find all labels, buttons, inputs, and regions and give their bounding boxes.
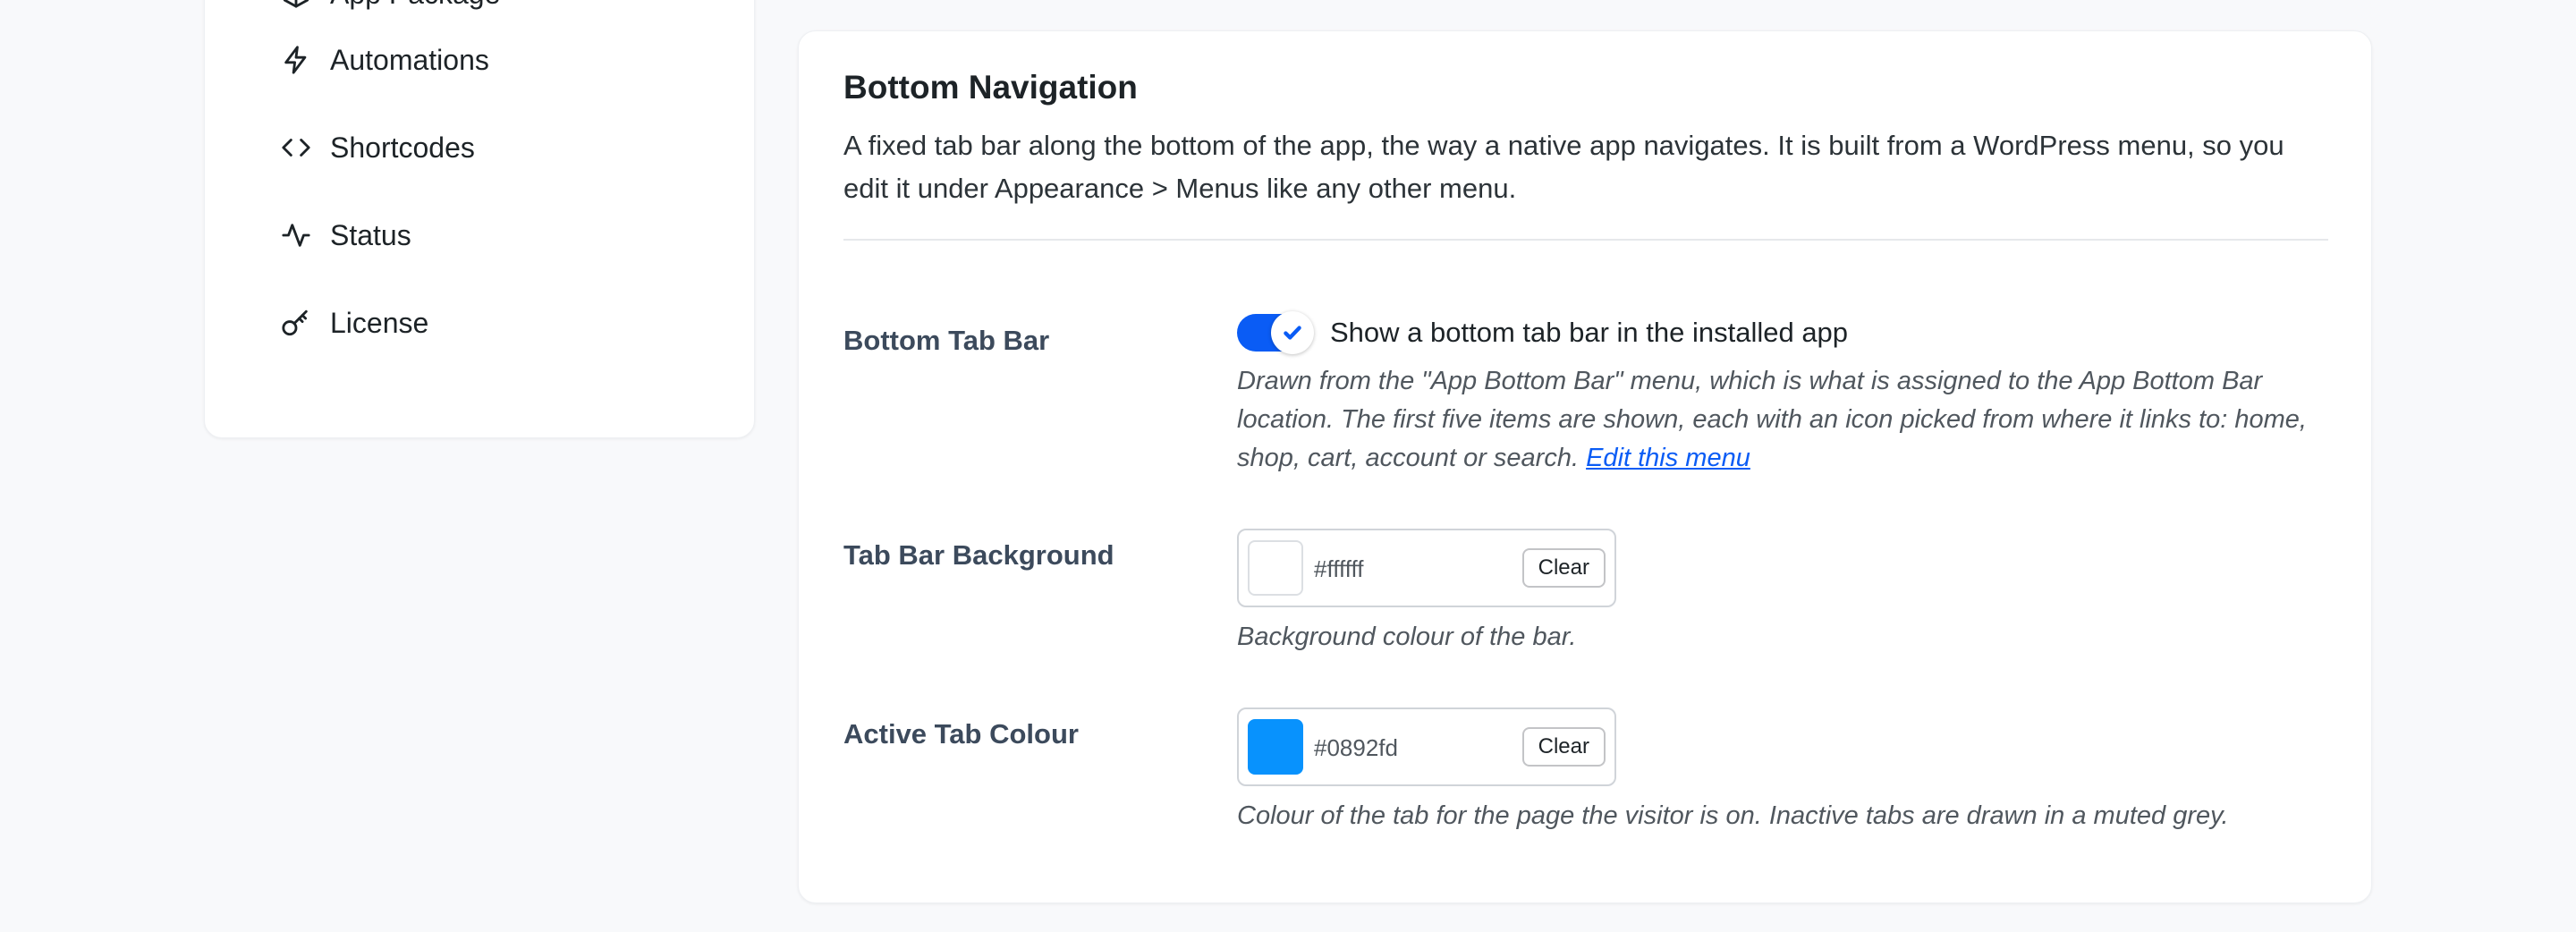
bottom-navigation-panel: Bottom Navigation A fixed tab bar along …: [798, 30, 2372, 903]
bottom-tab-bar-label: Bottom Tab Bar: [843, 325, 1050, 356]
edit-menu-link[interactable]: Edit this menu: [1586, 444, 1750, 472]
sidebar-item-label: License: [330, 306, 429, 339]
sidebar-item-label: App Package: [330, 0, 500, 11]
bottom-tab-bar-help-text: Drawn from the "App Bottom Bar" menu, wh…: [1237, 367, 2307, 472]
sidebar-item-label: Shortcodes: [330, 131, 475, 164]
tab-bar-background-clear-button[interactable]: Clear: [1521, 548, 1606, 588]
tab-bar-background-help: Background colour of the bar.: [1237, 623, 1577, 651]
section-description: A fixed tab bar along the bottom of the …: [843, 130, 2284, 204]
active-tab-colour-clear-button[interactable]: Clear: [1521, 727, 1606, 767]
sidebar-item-app-package[interactable]: App Package: [280, 0, 500, 19]
bottom-tab-bar-help: Drawn from the "App Bottom Bar" menu, wh…: [1237, 362, 2319, 478]
bottom-tab-bar-toggle[interactable]: [1237, 311, 1314, 354]
tab-bar-background-label: Tab Bar Background: [843, 539, 1114, 571]
section-divider: [843, 239, 2328, 241]
sidebar-item-status[interactable]: Status: [280, 210, 411, 260]
tab-bar-background-hex-input[interactable]: [1314, 552, 1493, 586]
sidebar-item-label: Automations: [330, 43, 489, 76]
sidebar-item-automations[interactable]: Automations: [280, 35, 489, 85]
sidebar-item-license[interactable]: License: [280, 298, 428, 348]
active-tab-colour-swatch[interactable]: [1248, 719, 1303, 775]
active-tab-colour-label: Active Tab Colour: [843, 718, 1079, 750]
active-tab-colour-help: Colour of the tab for the page the visit…: [1237, 801, 2229, 830]
key-icon: [280, 307, 312, 339]
settings-sidebar: App Package Automations Shortcodes Statu…: [204, 0, 755, 438]
tab-bar-background-swatch[interactable]: [1248, 540, 1303, 596]
checkmark-icon: [1284, 326, 1301, 340]
section-title: Bottom Navigation: [843, 69, 1138, 106]
package-icon: [280, 0, 312, 10]
sidebar-item-label: Status: [330, 218, 411, 251]
activity-icon: [280, 219, 312, 251]
toggle-knob: [1271, 311, 1314, 354]
code-icon: [280, 131, 312, 164]
active-tab-colour-color-picker: Clear: [1237, 707, 1616, 786]
lightning-icon: [280, 44, 312, 76]
bottom-tab-bar-toggle-text[interactable]: Show a bottom tab bar in the installed a…: [1330, 317, 1848, 349]
sidebar-item-shortcodes[interactable]: Shortcodes: [280, 123, 475, 173]
active-tab-colour-hex-input[interactable]: [1314, 731, 1493, 765]
tab-bar-background-color-picker: Clear: [1237, 529, 1616, 607]
